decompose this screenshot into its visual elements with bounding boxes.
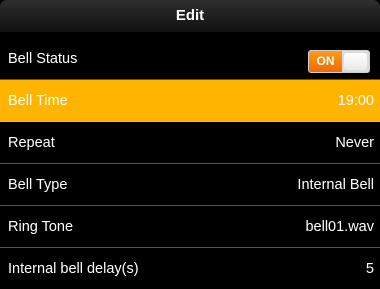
repeat-value: Never	[335, 134, 374, 151]
setting-row-internal-bell-delay[interactable]: Internal bell delay(s) 5	[0, 248, 380, 289]
internal-bell-delay-value: 5	[365, 261, 374, 277]
setting-row-bell-status[interactable]: Bell Status ON	[0, 38, 380, 80]
bell-status-label: Bell Status	[8, 50, 78, 67]
toggle-knob	[344, 53, 367, 70]
setting-row-bell-type[interactable]: Bell Type Internal Bell	[0, 164, 380, 206]
bell-status-toggle[interactable]: ON	[308, 50, 370, 73]
setting-row-repeat[interactable]: Repeat Never	[0, 122, 380, 164]
bell-time-label: Bell Time	[8, 93, 68, 109]
ring-tone-value: bell01.wav	[305, 218, 374, 235]
setting-row-ring-tone[interactable]: Ring Tone bell01.wav	[0, 206, 380, 248]
bell-type-value: Internal Bell	[297, 176, 374, 193]
repeat-label: Repeat	[8, 134, 55, 151]
ring-tone-label: Ring Tone	[8, 218, 74, 235]
bell-type-label: Bell Type	[8, 176, 68, 193]
internal-bell-delay-label: Internal bell delay(s)	[8, 261, 139, 277]
edit-screen: Edit Bell Status ON Bell Time 19:00 Repe…	[0, 0, 380, 289]
setting-row-bell-time[interactable]: Bell Time 19:00	[0, 80, 380, 122]
title-bar: Edit	[0, 0, 380, 32]
bell-time-value: 19:00	[337, 93, 374, 109]
toggle-on-label: ON	[309, 51, 342, 72]
page-title: Edit	[175, 7, 205, 24]
